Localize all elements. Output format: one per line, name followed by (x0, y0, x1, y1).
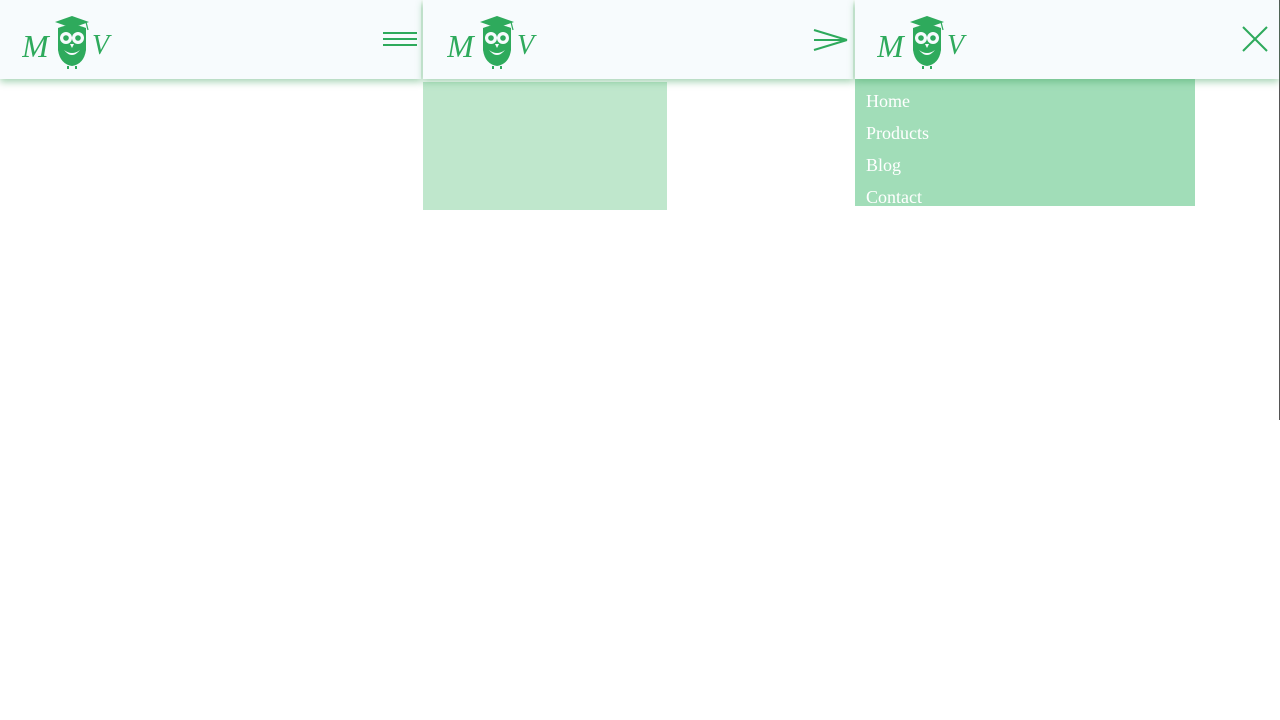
panel-open-state: M V Home Products Blog Contact (855, 0, 1280, 420)
nav-drawer-partial (423, 82, 667, 210)
panel-closed-state: M V (0, 0, 421, 79)
svg-text:M: M (877, 28, 906, 64)
svg-text:M: M (447, 28, 476, 64)
site-header: M V (423, 0, 853, 79)
svg-text:V: V (92, 30, 112, 61)
nav-item-products[interactable]: Products (855, 117, 1195, 149)
panel-opening-state: M V (423, 0, 853, 210)
owl-logo[interactable]: M V (877, 14, 969, 70)
nav-item-contact[interactable]: Contact (855, 181, 1195, 213)
close-icon[interactable] (1235, 22, 1275, 54)
owl-logo[interactable]: M V (22, 14, 114, 70)
arrow-right-icon[interactable] (811, 24, 851, 56)
nav-item-home[interactable]: Home (855, 85, 1195, 117)
site-header: M V (855, 0, 1279, 79)
site-header: M V (0, 0, 421, 79)
nav-drawer-open: Home Products Blog Contact (855, 79, 1195, 207)
svg-text:M: M (22, 28, 51, 64)
svg-text:V: V (517, 30, 537, 61)
owl-logo[interactable]: M V (447, 14, 539, 70)
svg-text:V: V (947, 30, 967, 61)
stage: M V M V M V Home Products Blog Contact (0, 0, 1280, 720)
nav-item-blog[interactable]: Blog (855, 149, 1195, 181)
hamburger-icon[interactable] (380, 24, 420, 56)
